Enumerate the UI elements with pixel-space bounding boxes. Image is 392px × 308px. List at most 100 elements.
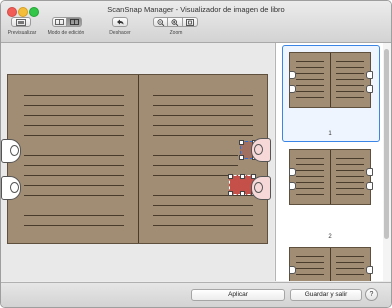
thumb-line — [296, 164, 324, 165]
bottom-bar: Aplicar Guardar y salir ? — [1, 282, 391, 307]
title-toolbar: ScanSnap Manager - Visualizador de image… — [1, 1, 391, 43]
thumb-line — [336, 274, 364, 275]
thumb-line — [336, 61, 364, 62]
resize-handle[interactable] — [228, 174, 233, 179]
scrollbar-thumb[interactable] — [384, 49, 389, 239]
image-canvas[interactable] — [1, 43, 274, 281]
thumb-line — [296, 256, 324, 257]
text-line — [24, 215, 124, 216]
thumb-line — [296, 97, 324, 98]
thumb-line — [336, 194, 364, 195]
undo-arrow-icon — [117, 19, 124, 25]
apply-button[interactable]: Aplicar — [191, 289, 285, 301]
thumb-finger — [289, 182, 296, 190]
thumb-finger — [289, 266, 296, 274]
right-finger-image — [251, 138, 271, 162]
preview-window-icon — [16, 18, 26, 26]
thumb-line — [296, 176, 324, 177]
thumbnail-number: 2 — [328, 234, 332, 240]
thumb-line — [296, 194, 324, 195]
book-open-icon — [55, 19, 64, 25]
thumb-line — [296, 91, 324, 92]
thumb-line — [296, 67, 324, 68]
thumbnail-page-2[interactable] — [289, 149, 373, 205]
text-line — [153, 115, 253, 116]
thumb-finger — [366, 182, 373, 190]
text-line — [153, 175, 238, 176]
thumbnail-spine — [330, 53, 331, 107]
text-line — [153, 165, 238, 166]
zoom-out-button[interactable] — [153, 17, 168, 27]
text-line — [153, 205, 253, 206]
undo-button[interactable] — [112, 17, 128, 27]
text-line — [153, 125, 253, 126]
thumbnail-spine — [330, 150, 331, 204]
help-button[interactable]: ? — [365, 288, 378, 301]
text-line — [24, 175, 124, 176]
zoom-in-icon — [171, 18, 179, 26]
text-line — [153, 215, 253, 216]
thumb-line — [296, 274, 324, 275]
fit-window-button[interactable] — [183, 17, 198, 27]
text-line — [24, 125, 124, 126]
thumb-finger — [366, 71, 373, 79]
text-line — [24, 225, 124, 226]
thumb-line — [336, 91, 364, 92]
zoom-out-icon — [157, 18, 164, 26]
fit-window-icon — [186, 18, 194, 26]
zoom-in-button[interactable] — [168, 17, 183, 27]
thumb-line — [336, 164, 364, 165]
thumb-line — [296, 268, 324, 269]
thumb-finger — [366, 168, 373, 176]
thumbnail-page-1[interactable] — [289, 52, 373, 108]
thumb-line — [336, 79, 364, 80]
text-line — [153, 135, 253, 136]
text-line — [153, 95, 253, 96]
resize-handle[interactable] — [239, 155, 244, 160]
fingernail — [254, 182, 263, 193]
save-and-exit-button[interactable]: Guardar y salir — [290, 289, 362, 301]
thumbnail-page-3[interactable] — [289, 247, 373, 281]
thumb-line — [296, 85, 324, 86]
thumb-line — [296, 73, 324, 74]
text-line — [24, 135, 124, 136]
thumb-line — [296, 262, 324, 263]
text-line — [24, 115, 124, 116]
thumb-finger — [289, 71, 296, 79]
zoom-label: Zoom — [169, 30, 183, 36]
preview-button[interactable] — [11, 17, 31, 27]
fingernail — [10, 145, 19, 156]
window-title: ScanSnap Manager - Visualizador de image… — [107, 5, 285, 14]
thumb-line — [296, 170, 324, 171]
thumb-finger — [289, 85, 296, 93]
resize-handle[interactable] — [239, 140, 244, 145]
thumb-line — [296, 79, 324, 80]
thumbnail-panel[interactable]: 1 2 — [275, 43, 391, 281]
text-line — [153, 195, 253, 196]
thumb-line — [296, 158, 324, 159]
resize-handle[interactable] — [228, 191, 233, 196]
thumb-line — [336, 158, 364, 159]
left-finger-image — [1, 176, 21, 200]
thumb-line — [336, 268, 364, 269]
edit-mode-active-button[interactable] — [67, 17, 82, 27]
thumb-line — [336, 182, 364, 183]
thumb-line — [296, 182, 324, 183]
thumb-line — [296, 61, 324, 62]
text-line — [24, 195, 124, 196]
left-finger-image — [1, 139, 21, 163]
thumb-line — [336, 256, 364, 257]
resize-handle[interactable] — [240, 191, 245, 196]
edit-mode-normal-button[interactable] — [52, 17, 67, 27]
undo-label: Deshacer — [109, 30, 131, 36]
thumbnail-number: 1 — [328, 131, 332, 137]
book-spine — [138, 75, 139, 243]
text-line — [153, 105, 253, 106]
resize-handle[interactable] — [240, 174, 245, 179]
thumbnail-scrollbar[interactable] — [383, 43, 391, 281]
thumb-line — [336, 170, 364, 171]
fingernail — [254, 144, 263, 155]
text-line — [24, 95, 124, 96]
thumb-line — [296, 188, 324, 189]
text-line — [24, 155, 124, 156]
